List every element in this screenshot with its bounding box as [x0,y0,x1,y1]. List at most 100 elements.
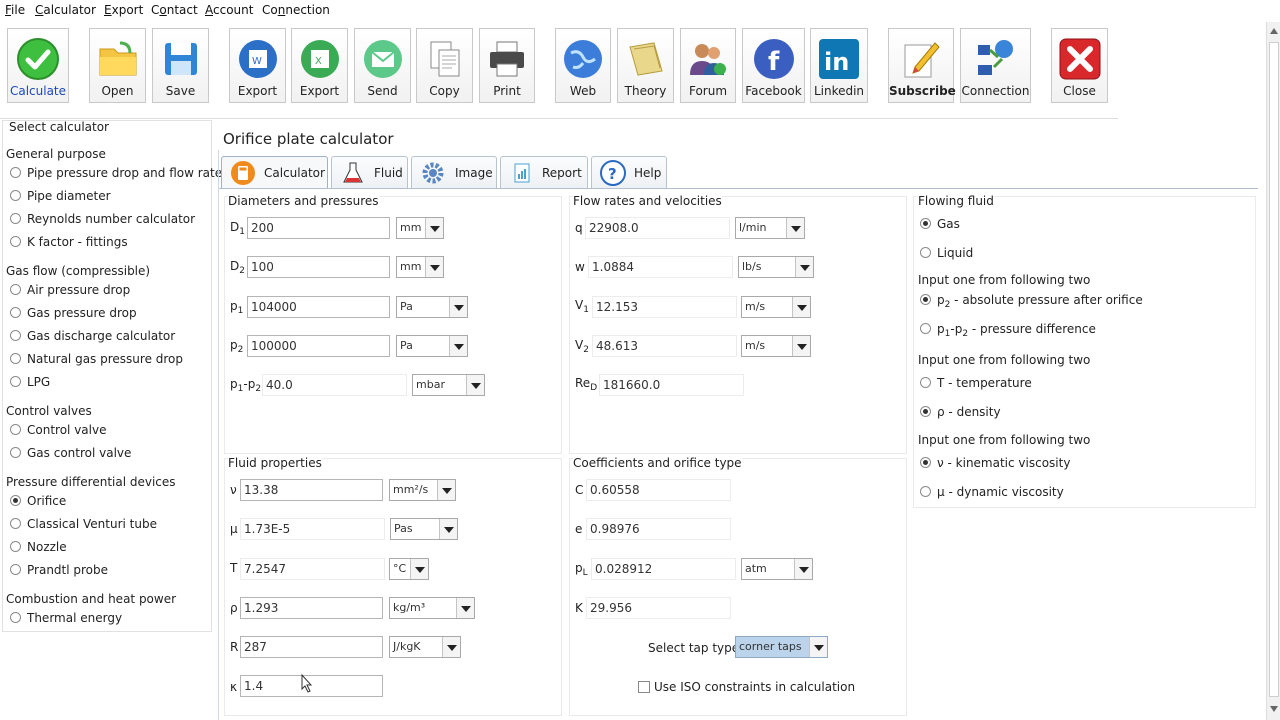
group-gas-flow: Gas flow (compressible) [6,264,151,278]
t-unit-select[interactable]: °C [389,558,429,580]
density-radio[interactable]: ρ - density [920,405,1001,419]
send-button[interactable]: Send [354,28,411,103]
tap-type-select[interactable]: corner taps [735,636,828,658]
tab-report[interactable]: Report [500,156,588,188]
open-button[interactable]: Open [89,28,146,103]
open-label: Open [101,84,134,98]
sidebar-item-pipe-pressure-drop[interactable]: Pipe pressure drop and flow rate [10,166,222,180]
p1-input[interactable]: 104000 [247,296,390,318]
fluid-properties-title: Fluid properties [228,456,322,470]
iso-checkbox[interactable]: Use ISO constraints in calculation [638,680,855,694]
gas-radio[interactable]: Gas [920,217,960,231]
rho-unit-select[interactable]: kg/m³ [389,597,475,619]
tab-label: Report [542,166,582,180]
subscribe-button[interactable]: Subscribe [888,28,956,103]
menu-file[interactable]: File [5,3,25,17]
sidebar-item-reynolds[interactable]: Reynolds number calculator [10,212,195,226]
menu-calculator[interactable]: Calculator [35,3,96,17]
liquid-radio[interactable]: Liquid [920,246,973,260]
option-label: Orifice [27,494,67,508]
sidebar-item-gas-discharge[interactable]: Gas discharge calculator [10,329,175,343]
tab-image[interactable]: Image [411,156,497,188]
export-word-label: Export [237,84,278,98]
group-pressure-differential: Pressure differential devices [6,475,176,489]
theory-button[interactable]: Theory [617,28,674,103]
print-button[interactable]: Print [479,28,535,103]
radio-icon [920,377,931,388]
vertical-scrollbar[interactable] [1266,22,1280,720]
dp-radio[interactable]: p1-p2 - pressure difference [920,322,1096,339]
sidebar-item-k-factor[interactable]: K factor - fittings [10,235,128,249]
sidebar-item-orifice[interactable]: Orifice [10,494,66,508]
p1-unit-select[interactable]: Pa [396,296,468,318]
chevron-down-icon [439,519,457,539]
chevron-down-icon [456,598,474,618]
d2-unit-select[interactable]: mm [396,256,444,278]
linkedin-button[interactable]: in Linkedin [810,28,868,103]
chevron-down-icon [437,480,455,500]
menu-export[interactable]: Export [104,3,143,17]
p2-input[interactable]: 100000 [247,335,390,357]
linkedin-label: Linkedin [813,84,865,98]
d2-input[interactable]: 100 [247,256,390,278]
sidebar-item-thermal-energy[interactable]: Thermal energy [10,611,122,625]
menu-connection[interactable]: Connection [262,3,330,17]
sidebar-item-venturi[interactable]: Classical Venturi tube [10,517,157,531]
chevron-down-icon [786,218,804,238]
q-unit-select[interactable]: l/min [735,217,805,239]
temperature-radio[interactable]: T - temperature [920,376,1032,390]
save-button[interactable]: Save [152,28,209,103]
sidebar-item-nozzle[interactable]: Nozzle [10,540,67,554]
sidebar-item-lpg[interactable]: LPG [10,375,50,389]
connection-button[interactable]: Connection [960,28,1031,103]
v2-unit-select[interactable]: m/s [741,335,811,357]
p2-unit-select[interactable]: Pa [396,335,468,357]
r-unit-select[interactable]: J/kgK [389,636,461,658]
calculate-button[interactable]: Calculate [7,28,69,103]
dp-unit-select[interactable]: mbar [412,374,485,396]
web-button[interactable]: Web [555,28,611,103]
w-value: 1.0884 [588,256,733,278]
mu-unit-select[interactable]: Pas [390,518,458,540]
forum-button[interactable]: Forum [680,28,736,103]
tab-calculator[interactable]: Calculator [221,156,328,188]
dynamic-viscosity-radio[interactable]: μ - dynamic viscosity [920,485,1064,499]
facebook-label: Facebook [745,84,802,98]
checkbox-icon [638,681,650,693]
export-word-button[interactable]: W Export [229,28,286,103]
kinematic-viscosity-radio[interactable]: ν - kinematic viscosity [920,456,1070,470]
menu-contact[interactable]: Contact [151,3,198,17]
d1-input[interactable]: 200 [247,217,390,239]
sidebar-item-prandtl[interactable]: Prandtl probe [10,563,108,577]
sidebar-item-gas-control-valve[interactable]: Gas control valve [10,446,131,460]
p2-radio[interactable]: p2 - absolute pressure after orifice [920,293,1143,310]
d1-unit-select[interactable]: mm [396,217,444,239]
sidebar-item-natural-gas[interactable]: Natural gas pressure drop [10,352,183,366]
pl-unit-select[interactable]: atm [741,558,813,580]
radio-selected-icon [10,495,21,506]
option-label: K factor - fittings [27,235,128,249]
menu-account[interactable]: Account [205,3,253,17]
scroll-up-icon[interactable] [1270,28,1278,34]
scroll-down-icon[interactable] [1270,706,1278,712]
tab-help[interactable]: ? Help [591,156,667,188]
r-input[interactable]: 287 [240,636,383,658]
nu-unit-select[interactable]: mm²/s [389,479,456,501]
sidebar-item-pipe-diameter[interactable]: Pipe diameter [10,189,111,203]
nu-input[interactable]: 13.38 [240,479,383,501]
scrollbar-thumb[interactable] [1269,42,1279,697]
close-button[interactable]: Close [1051,28,1108,103]
option-label: Air pressure drop [27,283,131,297]
sidebar-item-gas-pressure-drop[interactable]: Gas pressure drop [10,306,137,320]
rho-input[interactable]: 1.293 [240,597,383,619]
v1-unit-select[interactable]: m/s [741,296,811,318]
sidebar-item-control-valve[interactable]: Control valve [10,423,106,437]
export-excel-button[interactable]: X Export [291,28,348,103]
copy-button[interactable]: Copy [416,28,473,103]
book-icon [628,42,663,76]
tab-fluid[interactable]: Fluid [331,156,408,188]
sidebar-item-air-pressure-drop[interactable]: Air pressure drop [10,283,130,297]
option-label: Classical Venturi tube [27,517,157,531]
w-unit-select[interactable]: lb/s [738,256,814,278]
facebook-button[interactable]: f Facebook [742,28,805,103]
